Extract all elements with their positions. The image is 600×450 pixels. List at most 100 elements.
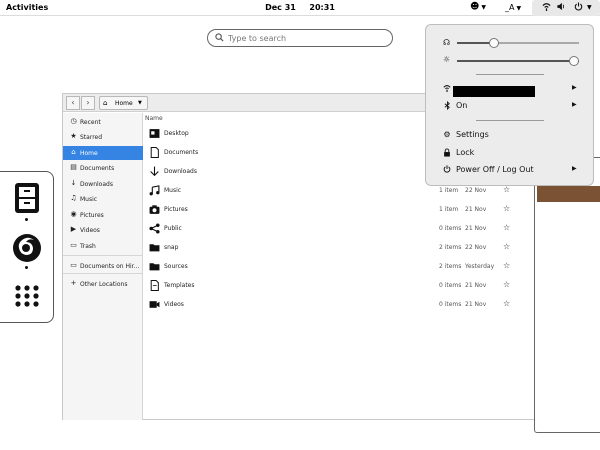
accessibility-menu-button[interactable]: ☻ ▼ [470, 2, 486, 12]
file-modified: 22 Nov [465, 187, 487, 194]
activities-button[interactable]: Activities [6, 3, 48, 12]
running-indicator [25, 266, 28, 269]
file-modified: 22 Nov [465, 244, 487, 251]
wifi-network-name-redacted [453, 86, 535, 97]
column-header-name[interactable]: Name [145, 115, 163, 122]
file-name: Downloads [164, 168, 197, 175]
volume-slider[interactable] [457, 38, 579, 48]
table-row[interactable]: Pictures 1 item 21 Nov ☆ [145, 200, 535, 219]
files-sidebar: ◷ Recent ★ Starred ⌂ Home ▤ Documents ↓ … [63, 113, 143, 420]
table-row[interactable]: Templates 0 items 21 Nov ☆ [145, 276, 535, 295]
sidebar-item-starred[interactable]: ★ Starred [63, 130, 143, 144]
back-button[interactable]: ‹ [66, 96, 80, 110]
table-row[interactable]: Sources 2 items Yesterday ☆ [145, 257, 535, 276]
keyboard-layout-button[interactable]: _A ▼ [505, 3, 521, 12]
search-box[interactable] [207, 29, 393, 47]
show-apps-icon[interactable] [7, 276, 47, 316]
file-size: 2 items [439, 244, 462, 251]
sidebar-divider [63, 273, 143, 274]
table-row[interactable]: Public 0 items 21 Nov ☆ [145, 219, 535, 238]
star-icon: ★ [70, 132, 77, 140]
star-icon[interactable]: ☆ [503, 223, 510, 232]
sidebar-item-label: Trash [80, 243, 96, 250]
sidebar-item-label: Home [80, 150, 98, 157]
sidebar-item-trash[interactable]: ▭ Trash [63, 239, 143, 253]
sidebar-item-home[interactable]: ⌂ Home [63, 146, 143, 160]
sidebar-item-documents[interactable]: ▤ Documents [63, 161, 143, 175]
sidebar-item-downloads[interactable]: ↓ Downloads [63, 177, 143, 191]
file-modified: Yesterday [465, 263, 495, 270]
file-size: 1 item [439, 206, 459, 213]
firefox-app-icon[interactable] [7, 227, 47, 267]
download-folder-icon [150, 166, 159, 177]
power-menu-item[interactable]: Power Off / Log Out ▶ [426, 162, 595, 178]
path-label: Home [115, 100, 133, 107]
chevron-down-icon: ▼ [138, 100, 142, 106]
sidebar-item-videos[interactable]: ▶ Videos [63, 223, 143, 237]
bluetooth-menu-item[interactable]: On ▶ [426, 98, 595, 114]
chevron-right-icon: ▶ [572, 84, 577, 91]
sidebar-item-other-locations[interactable]: + Other Locations [63, 277, 143, 291]
drive-icon: ▭ [70, 261, 77, 269]
template-folder-icon [150, 280, 159, 291]
sidebar-item-music[interactable]: ♫ Music [63, 192, 143, 206]
star-icon[interactable]: ☆ [503, 261, 510, 270]
brightness-icon: ☼ [443, 55, 451, 64]
document-folder-icon [150, 147, 159, 158]
video-icon: ▶ [70, 225, 77, 233]
music-icon: ♫ [70, 194, 77, 202]
sidebar-item-recent[interactable]: ◷ Recent [63, 115, 143, 129]
search-input[interactable] [228, 32, 378, 44]
lock-menu-item[interactable]: Lock [426, 145, 595, 161]
background-window[interactable] [534, 157, 600, 433]
file-name: Templates [164, 282, 195, 289]
settings-menu-item[interactable]: ⚙ Settings [426, 127, 595, 143]
table-row[interactable]: Videos 0 items 21 Nov ☆ [145, 295, 535, 314]
star-icon[interactable]: ☆ [503, 299, 510, 308]
files-app-icon[interactable] [7, 178, 47, 218]
table-row[interactable]: snap 2 items 22 Nov ☆ [145, 238, 535, 257]
star-icon[interactable]: ☆ [503, 280, 510, 289]
file-size: 0 items [439, 301, 462, 308]
file-modified: 21 Nov [465, 206, 487, 213]
trash-icon: ▭ [70, 241, 77, 249]
running-indicator [25, 218, 28, 221]
folder-icon [149, 263, 160, 271]
system-menu-button[interactable]: ▼ [532, 0, 600, 16]
chevron-down-icon: ▼ [587, 4, 592, 11]
sidebar-item-label: Other Locations [80, 281, 128, 288]
home-icon: ⌂ [71, 148, 76, 156]
file-name: Desktop [164, 130, 189, 137]
file-size: 2 items [439, 263, 462, 270]
power-icon [574, 2, 583, 14]
file-modified: 21 Nov [465, 225, 487, 232]
sidebar-item-label: Recent [80, 119, 101, 126]
brightness-slider-knob[interactable] [569, 56, 579, 66]
clock-icon: ◷ [70, 117, 77, 125]
lock-icon [442, 148, 452, 159]
sidebar-item-pictures[interactable]: ◉ Pictures [63, 208, 143, 222]
settings-label: Settings [456, 130, 489, 139]
sidebar-item-network-drive[interactable]: ▭ Documents on Hir... [63, 259, 143, 273]
file-size: 1 item [439, 187, 459, 194]
folder-icon [149, 244, 160, 252]
bluetooth-label: On [456, 101, 468, 110]
video-folder-icon [149, 301, 160, 308]
star-icon[interactable]: ☆ [503, 185, 510, 194]
chevron-right-icon: ▶ [572, 165, 577, 172]
clock-time[interactable]: 20:31 [309, 3, 334, 12]
forward-button[interactable]: › [81, 96, 95, 110]
document-icon: ▤ [70, 163, 77, 171]
brightness-slider[interactable] [457, 56, 579, 66]
star-icon[interactable]: ☆ [503, 242, 510, 251]
star-icon[interactable]: ☆ [503, 204, 510, 213]
power-icon [442, 165, 452, 175]
path-bar[interactable]: ⌂ Home ▼ [99, 96, 148, 110]
chevron-left-icon: ‹ [71, 98, 75, 107]
wifi-menu-item[interactable]: ▶ [426, 81, 595, 97]
clock-date[interactable]: Dec 31 [265, 3, 296, 12]
volume-slider-knob[interactable] [489, 38, 499, 48]
file-name: Documents [164, 149, 199, 156]
file-modified: 21 Nov [465, 282, 487, 289]
network-icon [542, 2, 551, 14]
